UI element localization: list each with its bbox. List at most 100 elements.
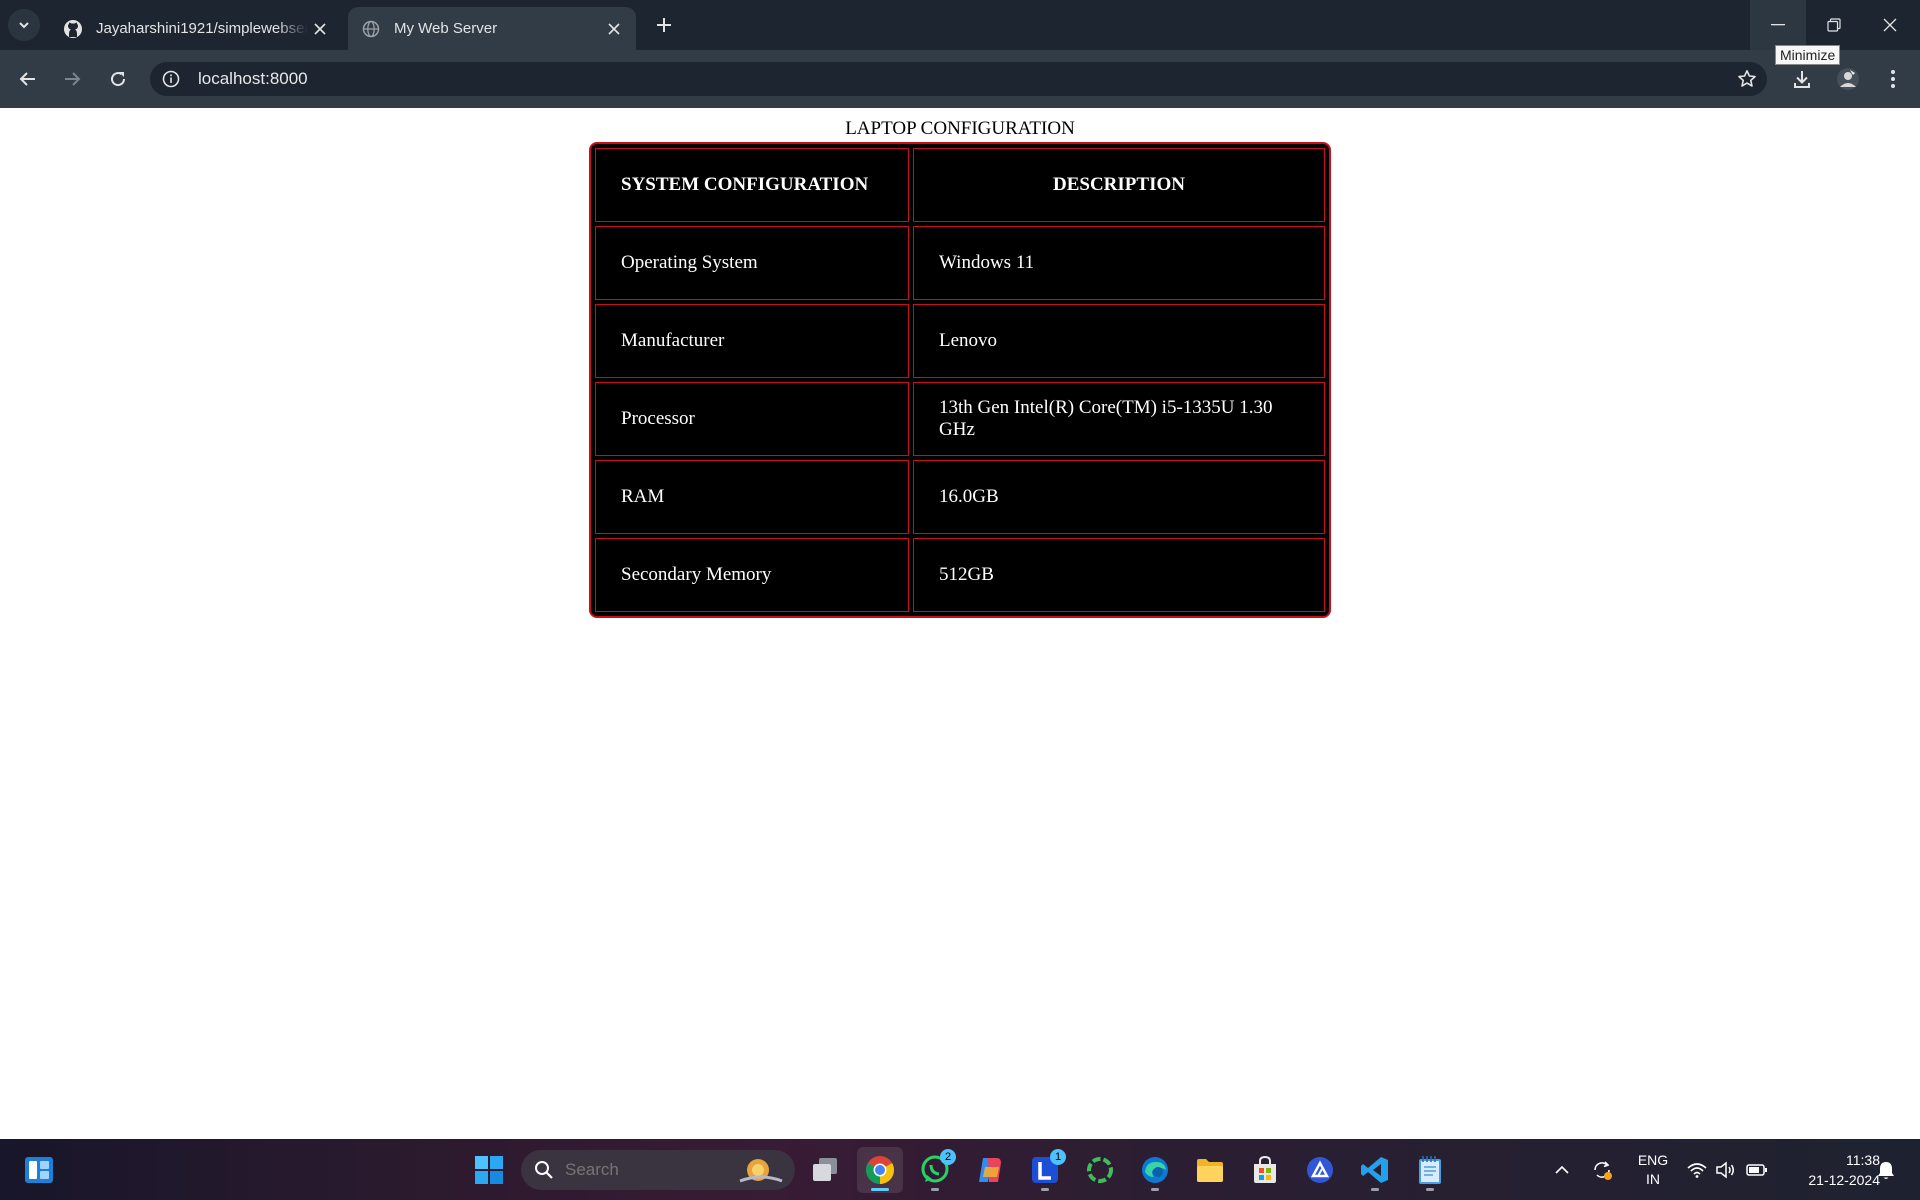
row-value: 512GB bbox=[913, 538, 1325, 612]
widgets-button[interactable] bbox=[22, 1153, 56, 1187]
url-input[interactable] bbox=[196, 68, 1600, 90]
taskbar-clock[interactable]: 11:38 21-12-2024 bbox=[1780, 1150, 1880, 1190]
github-icon bbox=[62, 18, 84, 40]
web-page: LAPTOP CONFIGURATION SYSTEM CONFIGURATIO… bbox=[0, 108, 1920, 1139]
download-icon bbox=[1794, 71, 1810, 88]
taskbar-whatsapp[interactable]: 2 bbox=[912, 1147, 958, 1193]
taskbar-copilot[interactable] bbox=[967, 1147, 1013, 1193]
clock-time: 11:38 bbox=[1846, 1152, 1880, 1168]
running-indicator bbox=[1151, 1188, 1159, 1191]
search-highlight-icon bbox=[735, 1154, 787, 1186]
green-ring-icon bbox=[1087, 1157, 1113, 1183]
show-hidden-icons-button[interactable] bbox=[1550, 1158, 1574, 1182]
widgets-icon bbox=[25, 1157, 53, 1183]
notification-badge: 1 bbox=[1050, 1149, 1066, 1165]
downloads-button[interactable] bbox=[1786, 63, 1818, 95]
battery-status-button[interactable] bbox=[1745, 1158, 1769, 1182]
browser-menu-button[interactable] bbox=[1877, 63, 1909, 95]
taskbar-triangle-app[interactable] bbox=[1297, 1147, 1343, 1193]
row-label: Secondary Memory bbox=[595, 538, 909, 612]
minimize-button[interactable] bbox=[1750, 0, 1806, 50]
start-button[interactable] bbox=[466, 1147, 512, 1193]
clock-date: 21-12-2024 bbox=[1808, 1172, 1880, 1188]
restore-button[interactable] bbox=[1806, 0, 1862, 50]
taskbar-edge[interactable] bbox=[1132, 1147, 1178, 1193]
row-label: Operating System bbox=[595, 226, 909, 300]
close-icon bbox=[1883, 18, 1897, 32]
taskbar-ring-app[interactable] bbox=[1077, 1147, 1123, 1193]
task-view-icon bbox=[813, 1158, 837, 1181]
table-row: Manufacturer Lenovo bbox=[595, 304, 1325, 378]
table-row: Processor 13th Gen Intel(R) Core(TM) i5-… bbox=[595, 382, 1325, 456]
sync-icon bbox=[1594, 1161, 1612, 1180]
arrow-right-icon bbox=[65, 72, 81, 86]
minimize-tooltip: Minimize bbox=[1775, 45, 1841, 65]
edge-icon bbox=[1142, 1157, 1168, 1183]
restore-icon bbox=[1827, 18, 1841, 32]
tab-title: Jayaharshini1921/simplewebserver bbox=[96, 20, 308, 37]
taskbar-microsoft-store[interactable] bbox=[1242, 1147, 1288, 1193]
store-icon bbox=[1254, 1155, 1276, 1183]
running-indicator bbox=[1426, 1188, 1434, 1191]
vscode-icon bbox=[1361, 1157, 1388, 1183]
notepad-icon bbox=[1419, 1156, 1441, 1184]
active-indicator bbox=[871, 1188, 889, 1191]
arrow-left-icon bbox=[19, 72, 35, 86]
running-indicator bbox=[931, 1188, 939, 1191]
header-description: DESCRIPTION bbox=[913, 148, 1325, 222]
running-indicator bbox=[1371, 1188, 1379, 1191]
page-title: LAPTOP CONFIGURATION bbox=[845, 118, 1075, 139]
new-tab-button[interactable] bbox=[650, 11, 678, 39]
taskbar-vscode[interactable] bbox=[1352, 1147, 1398, 1193]
search-icon bbox=[533, 1159, 555, 1181]
tab-github[interactable]: Jayaharshini1921/simplewebserver bbox=[50, 7, 342, 50]
windows-taskbar: 2 1 ENG IN bbox=[0, 1139, 1920, 1200]
row-label: Processor bbox=[595, 382, 909, 456]
row-label: Manufacturer bbox=[595, 304, 909, 378]
taskbar-chrome[interactable] bbox=[857, 1147, 903, 1193]
forward-button[interactable] bbox=[56, 63, 88, 95]
close-window-button[interactable] bbox=[1862, 0, 1918, 50]
close-tab-icon[interactable] bbox=[308, 17, 332, 41]
speaker-icon bbox=[1716, 1161, 1734, 1179]
table-row: Operating System Windows 11 bbox=[595, 226, 1325, 300]
copilot-icon bbox=[979, 1158, 1001, 1182]
profile-avatar[interactable] bbox=[1832, 63, 1864, 95]
taskbar-search[interactable] bbox=[521, 1150, 795, 1190]
search-input[interactable] bbox=[563, 1159, 717, 1181]
site-info-icon[interactable] bbox=[154, 62, 188, 96]
reload-icon bbox=[111, 72, 126, 87]
header-system-configuration: SYSTEM CONFIGURATION bbox=[595, 148, 909, 222]
language-region: IN bbox=[1646, 1171, 1660, 1187]
reload-button[interactable] bbox=[102, 63, 134, 95]
task-view-button[interactable] bbox=[802, 1147, 848, 1193]
volume-button[interactable] bbox=[1713, 1158, 1737, 1182]
notifications-button[interactable] bbox=[1874, 1158, 1898, 1182]
browser-toolbar bbox=[0, 50, 1920, 108]
tab-my-web-server[interactable]: My Web Server bbox=[348, 7, 636, 50]
wifi-status-button[interactable] bbox=[1685, 1158, 1709, 1182]
bookmark-star-icon[interactable] bbox=[1735, 67, 1759, 91]
avatar-icon bbox=[1837, 68, 1859, 90]
address-bar[interactable] bbox=[150, 62, 1767, 96]
tab-search-button[interactable] bbox=[8, 9, 40, 41]
chevron-up-icon bbox=[1555, 1165, 1569, 1174]
language-code: ENG bbox=[1637, 1152, 1669, 1168]
chrome-icon bbox=[866, 1156, 894, 1184]
minimize-icon bbox=[1771, 24, 1785, 26]
folder-icon bbox=[1197, 1159, 1223, 1182]
close-tab-icon[interactable] bbox=[602, 17, 626, 41]
bell-icon bbox=[1878, 1162, 1894, 1179]
browser-tab-strip: Jayaharshini1921/simplewebserver My Web … bbox=[0, 0, 1920, 50]
input-language[interactable]: ENG IN bbox=[1633, 1151, 1673, 1189]
row-value: Lenovo bbox=[913, 304, 1325, 378]
taskbar-lenovo[interactable]: 1 bbox=[1022, 1147, 1068, 1193]
back-button[interactable] bbox=[12, 63, 44, 95]
more-vertical-icon bbox=[1891, 70, 1895, 88]
row-value: 13th Gen Intel(R) Core(TM) i5-1335U 1.30… bbox=[913, 382, 1325, 456]
notification-badge: 2 bbox=[940, 1149, 956, 1165]
sync-status-button[interactable] bbox=[1590, 1158, 1614, 1182]
table-row: Secondary Memory 512GB bbox=[595, 538, 1325, 612]
taskbar-file-explorer[interactable] bbox=[1187, 1147, 1233, 1193]
taskbar-notepad[interactable] bbox=[1407, 1147, 1453, 1193]
